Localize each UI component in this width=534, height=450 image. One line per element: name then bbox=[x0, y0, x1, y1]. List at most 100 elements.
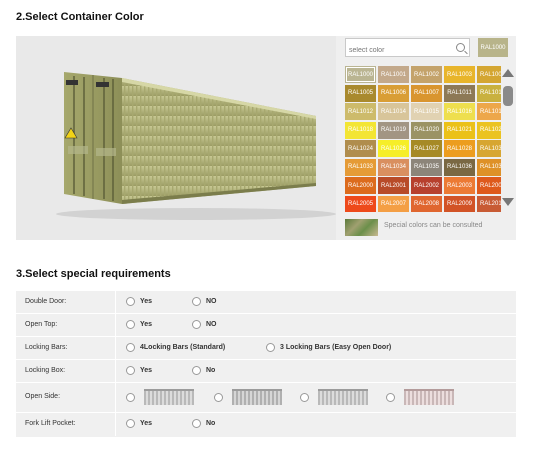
locking-box-no-option[interactable]: No bbox=[192, 366, 215, 375]
camouflage-swatch bbox=[345, 219, 378, 236]
section-title-color: 2.Select Container Color bbox=[16, 11, 144, 23]
container-image bbox=[56, 72, 336, 220]
color-swatch[interactable]: RAL2002 bbox=[411, 177, 442, 194]
row-label: Locking Box: bbox=[25, 367, 66, 374]
requirements-table: Double Door: Yes NO Open Top: Yes NO Loc… bbox=[16, 291, 516, 437]
color-swatch[interactable]: RAL2003 bbox=[444, 177, 475, 194]
color-swatch[interactable]: RAL1001 bbox=[378, 66, 409, 83]
color-swatch[interactable]: RAL1003 bbox=[444, 66, 475, 83]
color-swatch[interactable]: RAL2004 bbox=[477, 177, 501, 194]
color-swatch[interactable]: RAL1015 bbox=[411, 103, 442, 120]
special-colors-note: Special colors can be consulted bbox=[384, 222, 483, 229]
color-swatch[interactable]: RAL1024 bbox=[345, 140, 376, 157]
search-icon[interactable] bbox=[456, 43, 465, 52]
row-double-door: Double Door: Yes NO bbox=[16, 291, 516, 314]
open-top-no-option[interactable]: NO bbox=[192, 320, 217, 329]
fork-lift-no-option[interactable]: No bbox=[192, 419, 215, 428]
radio-icon[interactable] bbox=[126, 392, 135, 402]
radio-icon[interactable] bbox=[126, 343, 135, 352]
double-door-no-option[interactable]: NO bbox=[192, 297, 217, 306]
open-side-option-2[interactable] bbox=[214, 389, 282, 405]
color-swatch[interactable]: RAL1021 bbox=[444, 121, 475, 139]
color-swatch[interactable]: RAL1016 bbox=[444, 103, 475, 120]
fork-lift-yes-option[interactable]: Yes bbox=[126, 419, 152, 428]
row-fork-lift-pocket: Fork Lift Pocket: Yes No bbox=[16, 413, 516, 436]
radio-icon[interactable] bbox=[386, 392, 395, 402]
color-swatch[interactable]: RAL2008 bbox=[411, 195, 442, 212]
locking-bars-easy-option[interactable]: 3 Locking Bars (Easy Open Door) bbox=[266, 343, 391, 352]
color-swatch[interactable]: RAL1032 bbox=[477, 140, 501, 157]
color-swatch[interactable]: RAL1017 bbox=[477, 103, 501, 120]
row-label: Open Top: bbox=[25, 321, 58, 328]
open-top-yes-option[interactable]: Yes bbox=[126, 320, 152, 329]
radio-icon[interactable] bbox=[192, 419, 201, 428]
color-swatch[interactable]: RAL1020 bbox=[411, 121, 442, 139]
row-open-top: Open Top: Yes NO bbox=[16, 314, 516, 337]
scroll-down-arrow-icon[interactable] bbox=[502, 198, 514, 206]
color-swatch[interactable]: RAL1005 bbox=[345, 84, 376, 102]
open-side-option-1[interactable] bbox=[126, 389, 194, 405]
scroll-up-arrow-icon[interactable] bbox=[502, 69, 514, 77]
color-swatch[interactable]: RAL2000 bbox=[345, 177, 376, 194]
color-swatch[interactable]: RAL1002 bbox=[411, 66, 442, 83]
color-swatch[interactable]: RAL1028 bbox=[444, 140, 475, 157]
radio-icon[interactable] bbox=[126, 419, 135, 428]
radio-icon[interactable] bbox=[214, 392, 223, 402]
color-swatch[interactable]: RAL2005 bbox=[345, 195, 376, 212]
color-swatch[interactable]: RAL1011 bbox=[444, 84, 475, 102]
color-swatch[interactable]: RAL1000 bbox=[345, 66, 376, 83]
selected-color-swatch: RAL1000 bbox=[478, 38, 508, 57]
color-swatch[interactable]: RAL1037 bbox=[477, 158, 501, 176]
color-swatch[interactable]: RAL1014 bbox=[378, 103, 409, 120]
radio-icon[interactable] bbox=[192, 366, 201, 375]
row-label: Double Door: bbox=[25, 298, 67, 305]
row-label: Fork Lift Pocket: bbox=[25, 420, 76, 427]
color-swatch[interactable]: RAL1004 bbox=[477, 66, 501, 83]
color-swatch[interactable]: RAL1012 bbox=[477, 84, 501, 102]
section-title-special: 3.Select special requirements bbox=[16, 268, 171, 280]
open-side-diagram-4 bbox=[404, 389, 454, 405]
color-swatch[interactable]: RAL1035 bbox=[411, 158, 442, 176]
color-search-box[interactable] bbox=[345, 38, 470, 59]
scrollbar-thumb[interactable] bbox=[503, 86, 513, 106]
radio-icon[interactable] bbox=[300, 392, 309, 402]
row-open-side: Open Side: bbox=[16, 383, 516, 413]
color-search-input[interactable] bbox=[346, 42, 450, 59]
row-label: Open Side: bbox=[25, 393, 61, 400]
color-swatch[interactable]: RAL1027 bbox=[411, 140, 442, 157]
color-swatch[interactable]: RAL1012 bbox=[345, 103, 376, 120]
radio-icon[interactable] bbox=[266, 343, 275, 352]
open-side-diagram-3 bbox=[318, 389, 368, 405]
row-label: Locking Bars: bbox=[25, 344, 68, 351]
color-swatch[interactable]: RAL1026 bbox=[378, 140, 409, 157]
radio-icon[interactable] bbox=[192, 297, 201, 306]
color-swatch[interactable]: RAL1018 bbox=[345, 121, 376, 139]
double-door-yes-option[interactable]: Yes bbox=[126, 297, 152, 306]
row-locking-box: Locking Box: Yes No bbox=[16, 360, 516, 383]
color-swatch[interactable]: RAL1023 bbox=[477, 121, 501, 139]
radio-icon[interactable] bbox=[126, 366, 135, 375]
color-grid: RAL1000RAL1001RAL1002RAL1003RAL1004RAL10… bbox=[345, 66, 501, 212]
radio-icon[interactable] bbox=[192, 320, 201, 329]
locking-box-yes-option[interactable]: Yes bbox=[126, 366, 152, 375]
color-swatch[interactable]: RAL2007 bbox=[378, 195, 409, 212]
color-panel: RAL1000 RAL1000RAL1001RAL1002RAL1003RAL1… bbox=[16, 36, 516, 240]
open-side-option-3[interactable] bbox=[300, 389, 368, 405]
container-preview bbox=[16, 36, 336, 240]
color-swatch[interactable]: RAL1036 bbox=[444, 158, 475, 176]
open-side-option-4[interactable] bbox=[386, 389, 454, 405]
color-swatch[interactable]: RAL1019 bbox=[378, 121, 409, 139]
open-side-diagram-2 bbox=[232, 389, 282, 405]
radio-icon[interactable] bbox=[126, 320, 135, 329]
row-locking-bars: Locking Bars: 4Locking Bars (Standard) 3… bbox=[16, 337, 516, 360]
color-swatch[interactable]: RAL1034 bbox=[378, 158, 409, 176]
color-swatch[interactable]: RAL2009 bbox=[444, 195, 475, 212]
locking-bars-standard-option[interactable]: 4Locking Bars (Standard) bbox=[126, 343, 225, 352]
radio-icon[interactable] bbox=[126, 297, 135, 306]
color-swatch[interactable]: RAL2010 bbox=[477, 195, 501, 212]
open-side-diagram-1 bbox=[144, 389, 194, 405]
color-swatch[interactable]: RAL1033 bbox=[345, 158, 376, 176]
color-swatch[interactable]: RAL1006 bbox=[378, 84, 409, 102]
color-swatch[interactable]: RAL2001 bbox=[378, 177, 409, 194]
color-swatch[interactable]: RAL1007 bbox=[411, 84, 442, 102]
